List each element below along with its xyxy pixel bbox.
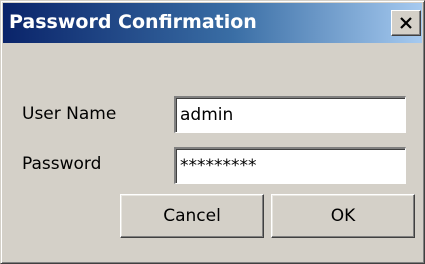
cancel-button[interactable]: Cancel	[120, 194, 264, 238]
password-confirmation-dialog: Password Confirmation User Name Password…	[0, 0, 425, 264]
title-bar[interactable]: Password Confirmation	[3, 3, 422, 43]
close-button[interactable]	[391, 10, 421, 36]
ok-button[interactable]: OK	[271, 194, 415, 238]
password-field[interactable]	[174, 147, 406, 184]
password-label: Password	[22, 154, 102, 174]
username-label: User Name	[22, 104, 117, 124]
window-title: Password Confirmation	[9, 11, 257, 33]
close-icon	[399, 17, 413, 29]
username-field[interactable]	[174, 96, 406, 133]
